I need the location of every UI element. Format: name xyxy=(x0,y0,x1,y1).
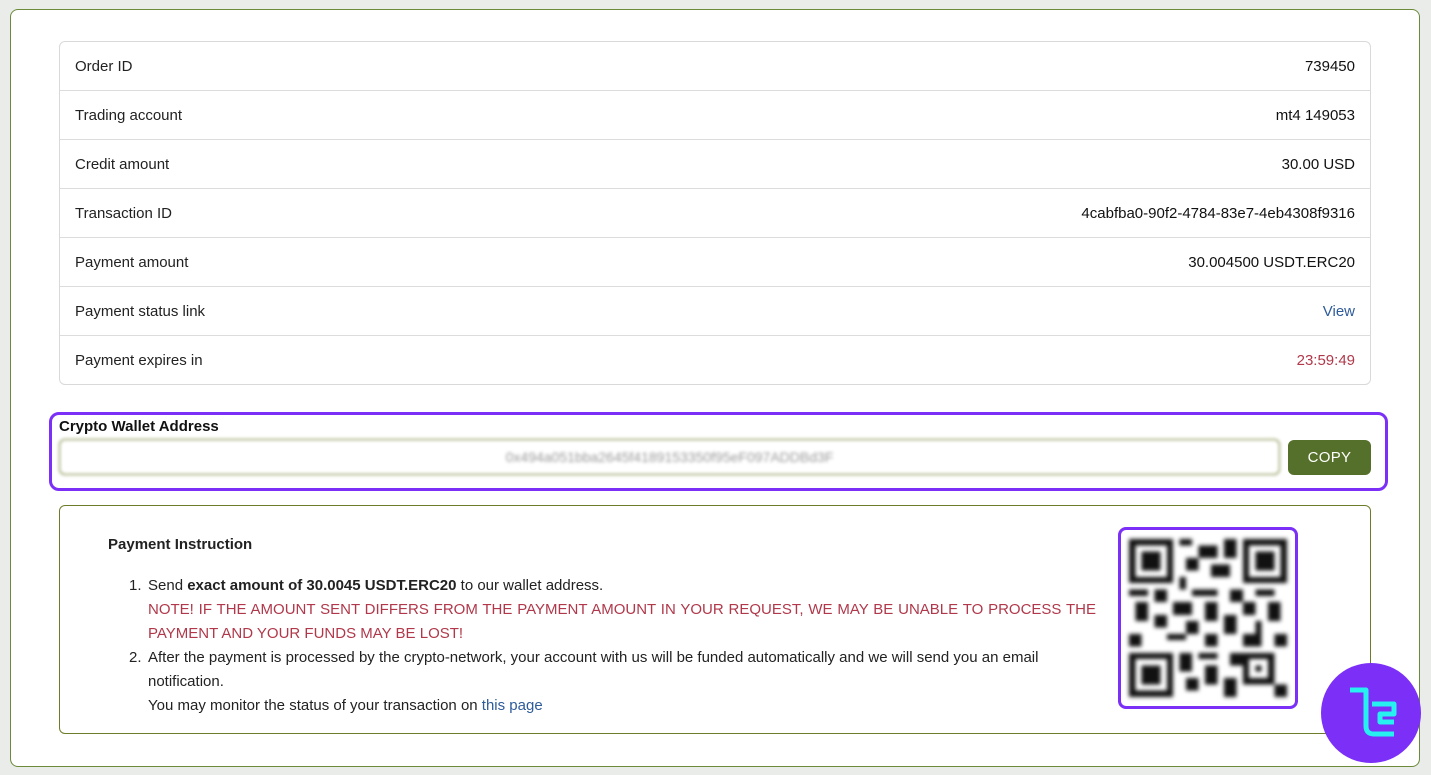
order-details-table: Order ID 739450 Trading account mt4 1490… xyxy=(59,41,1371,385)
wallet-address-field[interactable]: 0x494a051bba2645f4189153350f95eF097ADDBd… xyxy=(59,439,1280,475)
instruction-step-2: 2. After the payment is processed by the… xyxy=(129,649,1039,714)
copy-address-button[interactable]: COPY xyxy=(1288,440,1371,475)
transaction-status-page-link[interactable]: this page xyxy=(482,697,543,714)
logo-mark xyxy=(1350,687,1397,737)
monitor-text: You may monitor the status of your trans… xyxy=(148,697,482,714)
detail-row-trading-account: Trading account mt4 149053 xyxy=(60,91,1370,140)
detail-value-order-id: 739450 xyxy=(1304,57,1355,75)
step1-prefix: Send xyxy=(148,577,188,594)
step1-suffix: to our wallet address. xyxy=(456,577,604,594)
qr-code-image xyxy=(1129,539,1287,697)
detail-label: Order ID xyxy=(75,57,133,75)
step1-amount: exact amount of 30.0045 USDT.ERC20 xyxy=(187,577,457,594)
payment-status-view-link[interactable]: View xyxy=(1323,303,1355,320)
detail-row-payment-amount: Payment amount 30.004500 USDT.ERC20 xyxy=(60,238,1370,287)
wallet-address-title: Crypto Wallet Address xyxy=(59,418,219,435)
detail-label: Payment amount xyxy=(75,253,189,271)
detail-row-transaction-id: Transaction ID 4cabfba0-90f2-4784-83e7-4… xyxy=(60,189,1370,238)
detail-row-payment-status-link: Payment status link View xyxy=(60,287,1370,336)
detail-label: Transaction ID xyxy=(75,204,172,222)
detail-label: Payment expires in xyxy=(75,352,203,369)
step2-text: After the payment is processed by the cr… xyxy=(148,649,1039,690)
instruction-step-1: 1. Send exact amount of 30.0045 USDT.ERC… xyxy=(129,574,1096,646)
detail-row-payment-expires: Payment expires in 23:59:49 xyxy=(60,336,1370,384)
expiry-countdown-timer: 23:59:49 xyxy=(1296,352,1355,369)
detail-row-credit-amount: Credit amount 30.00 USD xyxy=(60,140,1370,189)
detail-value-payment-amount: 30.004500 USDT.ERC20 xyxy=(1188,253,1355,271)
detail-row-order-id: Order ID 739450 xyxy=(60,42,1370,91)
instruction-title: Payment Instruction xyxy=(108,536,253,553)
amount-warning-text: NOTE! IF THE AMOUNT SENT DIFFERS FROM TH… xyxy=(148,601,1096,642)
detail-value-transaction-id: 4cabfba0-90f2-4784-83e7-4eb4308f9316 xyxy=(1081,204,1355,222)
tradingfinder-logo-icon xyxy=(1321,663,1421,763)
detail-label: Trading account xyxy=(75,106,183,124)
instruction-list: 1. Send exact amount of 30.0045 USDT.ERC… xyxy=(129,574,1096,718)
detail-value-trading-account: mt4 149053 xyxy=(1275,106,1355,124)
detail-label: Credit amount xyxy=(75,155,170,173)
detail-value-credit-amount: 30.00 USD xyxy=(1281,155,1355,173)
detail-label: Payment status link xyxy=(75,302,206,320)
qr-code-frame xyxy=(1118,527,1298,709)
